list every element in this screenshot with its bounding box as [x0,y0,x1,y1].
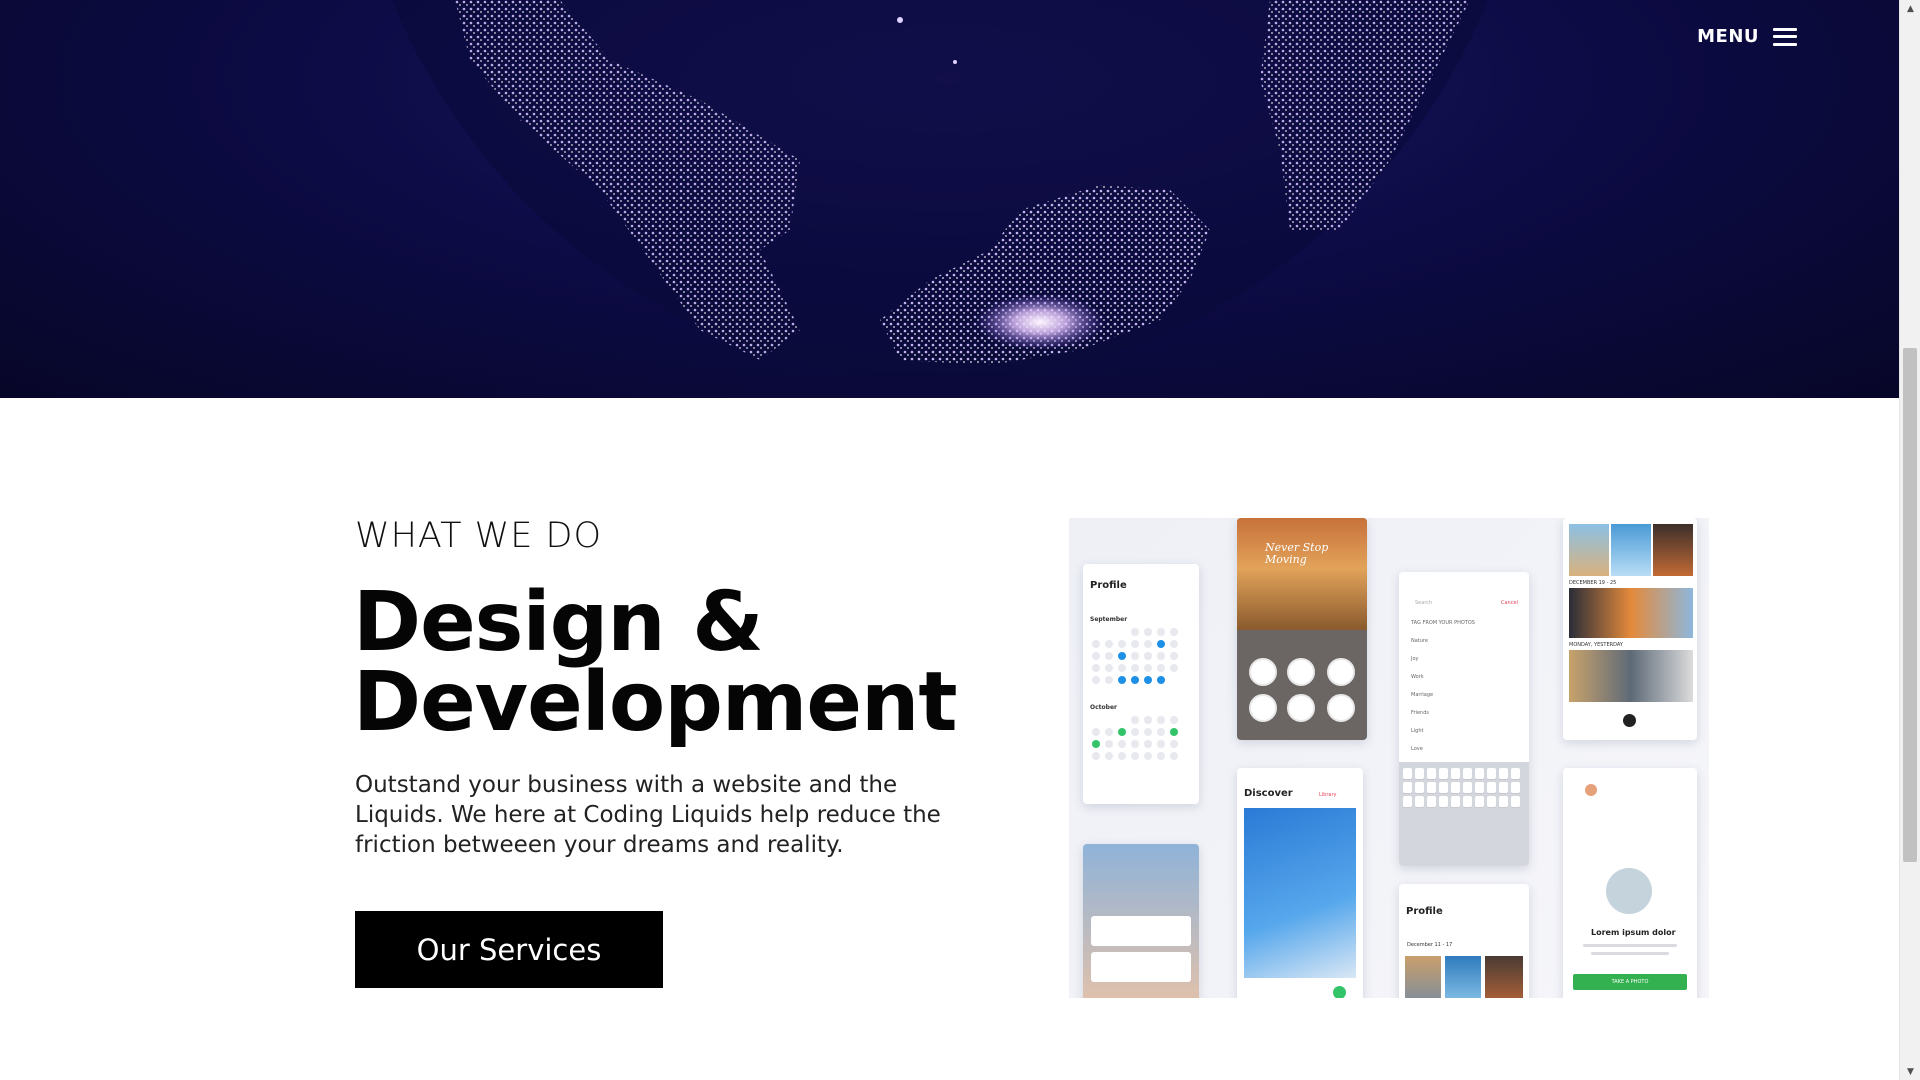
earth-night-lights-graphic [391,0,1489,380]
mockup-calendar-grid-2 [1092,716,1180,760]
mockup-search-item: Friends [1411,710,1429,716]
mockup-sticker-screen: Never Stop Moving [1237,518,1367,740]
hamburger-icon [1773,27,1797,46]
mockup-card-screen: Lorem ipsum dolor TAKE A PHOTO [1563,768,1697,998]
mockup-search-placeholder: Search [1415,600,1433,606]
mockup-discover-screen: Discover Library [1237,768,1363,998]
mockup-date-range: December 11 - 17 [1407,942,1453,948]
hero-banner: MENU [0,0,1899,398]
mockup-shoe-photo [1244,808,1356,978]
headline-line-2: Development [353,655,958,750]
mockup-discover-title: Discover [1244,788,1293,799]
mockup-search-item: Love [1411,746,1423,752]
scroll-up-arrow-icon[interactable]: ▲ [1900,0,1920,17]
mockup-search-item: Joy [1411,656,1419,662]
menu-label: MENU [1697,26,1759,47]
mockup-lettering-text: Never Stop Moving [1265,541,1329,566]
mockup-photo-feed-screen: DECEMBER 19 - 25 MONDAY, YESTERDAY [1563,518,1697,740]
section-headline: Design & Development [353,582,973,744]
mockup-feed-label-2: MONDAY, YESTERDAY [1569,642,1623,648]
app-mockup-collage: Profile September October Never Stop Mov… [1069,518,1709,998]
mockup-feed-label: DECEMBER 19 - 25 [1569,580,1617,586]
mockup-search-item: Light [1411,728,1424,734]
mockup-take-photo-button: TAKE A PHOTO [1573,974,1687,990]
mockup-profile-title: Profile [1090,580,1127,591]
section-eyebrow: WHAT WE DO [355,516,603,556]
mockup-calendar-grid [1092,628,1180,684]
mockup-search-screen: Search Cancel TAG FROM YOUR PHOTOS Natur… [1399,572,1529,866]
mockup-search-section: TAG FROM YOUR PHOTOS [1411,620,1475,626]
scroll-thumb[interactable] [1903,348,1917,862]
mockup-month-label: September [1090,616,1128,623]
our-services-button[interactable]: Our Services [355,911,663,988]
mockup-search-item: Nature [1411,638,1428,644]
mockup-profile-title-2: Profile [1406,906,1443,917]
mockup-library-link: Library [1319,792,1337,798]
menu-button[interactable]: MENU [1697,26,1797,47]
page-scrollbar[interactable]: ▲ ▼ [1899,0,1920,1080]
mockup-notification-screen [1083,844,1199,998]
mockup-search-item: Marriage [1411,692,1434,698]
mockup-card-title: Lorem ipsum dolor [1591,928,1676,937]
mockup-search-item: Work [1411,674,1424,680]
mockup-search-cancel: Cancel [1501,600,1518,606]
mockup-profile-screen: Profile December 11 - 17 [1399,884,1529,998]
mockup-sunset-photo [1237,518,1367,630]
section-description: Outstand your business with a website an… [355,772,941,858]
scroll-down-arrow-icon[interactable]: ▼ [1900,1063,1920,1080]
mockup-calendar-screen: Profile September October [1083,564,1199,804]
mockup-month-label-2: October [1090,704,1117,711]
mockup-keyboard [1403,768,1520,807]
